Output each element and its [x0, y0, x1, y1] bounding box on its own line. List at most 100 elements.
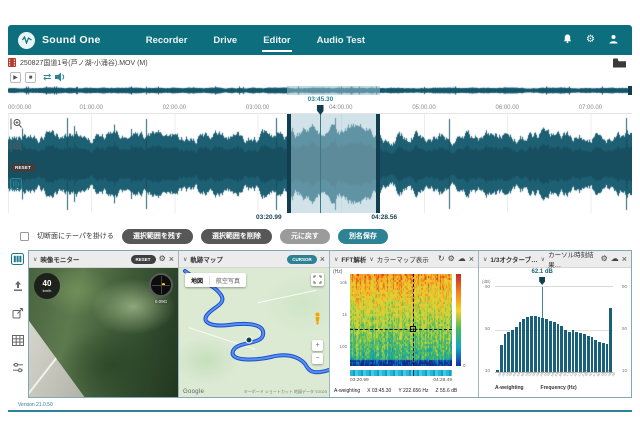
taper-checkbox-label[interactable]: 切断面にテーパを掛ける [37, 231, 114, 241]
speaker-icon[interactable] [55, 69, 67, 87]
octave-ytick-r: 90 [622, 284, 627, 289]
save-as-button[interactable]: 別名保存 [338, 229, 388, 244]
video-viewport: 40 km/h 0.09G [29, 268, 178, 397]
upload-icon[interactable] [12, 279, 24, 297]
nav-item-audio-test[interactable]: Audio Test [316, 25, 366, 56]
fft-panel-title[interactable]: FFT解析 [341, 254, 366, 264]
play-button[interactable]: ▶ [10, 72, 21, 83]
fft-colorbar [456, 274, 461, 366]
nav-item-editor[interactable]: Editor [262, 25, 291, 56]
nav-item-recorder[interactable]: Recorder [145, 25, 189, 56]
fft-gear-icon[interactable]: ⚙ [448, 255, 455, 263]
octave-bar [522, 319, 525, 372]
gear-icon[interactable]: ⚙ [586, 35, 595, 45]
brand-name: Sound One [42, 34, 101, 46]
top-icons: ⚙ [563, 31, 618, 49]
overview-handle[interactable] [628, 86, 632, 95]
delete-selection-button[interactable]: 選択範囲を削除 [201, 229, 272, 244]
fft-spectrogram[interactable] [350, 274, 452, 366]
octave-bar [560, 326, 563, 372]
fft-close-icon[interactable]: × [469, 255, 474, 264]
taper-checkbox[interactable] [20, 232, 29, 241]
map-type-satellite-button[interactable]: 航空写真 [209, 276, 246, 285]
octave-bar [594, 340, 597, 372]
app-window: Sound One RecorderDriveEditorAudio Test … [8, 25, 632, 412]
chevron-down-icon[interactable]: ∨ [334, 256, 338, 263]
pegman-icon[interactable] [313, 312, 322, 330]
sound-one-logo [18, 32, 35, 49]
g-meter-icon [149, 273, 173, 297]
zoom-in-icon[interactable] [10, 117, 23, 135]
octave-cursor-flag[interactable] [539, 277, 545, 285]
panel-layout-icon[interactable] [11, 252, 24, 270]
waveform-tools: RESET [10, 117, 36, 195]
overview-selection[interactable] [287, 86, 381, 95]
dock-sidebar [8, 250, 27, 398]
octave-gear-icon[interactable]: ⚙ [601, 255, 608, 263]
time-tick: 06:00.00 [496, 105, 519, 111]
octave-display-mode[interactable]: カーソル時刻結果… [548, 249, 594, 269]
octave-close-icon[interactable]: × [622, 255, 627, 264]
video-monitor-panel: ∨ 映像モニター RESET ⚙ × 40 km/h 0. [29, 251, 178, 397]
octave-ytick: 10 [485, 368, 490, 373]
time-tick: 03:00.00 [246, 105, 269, 111]
chevron-down-icon[interactable]: ∨ [483, 256, 487, 263]
bell-icon[interactable] [563, 31, 572, 49]
cursor-line[interactable] [320, 106, 321, 213]
video-reset-button[interactable]: RESET [131, 255, 156, 264]
fft-cursor-marker[interactable] [410, 326, 416, 332]
selection-start-label: 03:20.99 [256, 214, 282, 221]
octave-xtick: AP [611, 371, 617, 377]
octave-bar [500, 345, 503, 372]
chevron-down-icon[interactable]: ∨ [33, 256, 37, 263]
octave-cursor-row: 62.1 dB [495, 268, 613, 286]
chevron-down-icon[interactable]: ∨ [183, 256, 187, 263]
chevron-down-icon[interactable]: ∨ [369, 256, 373, 263]
keep-selection-button[interactable]: 選択範囲を残す [122, 229, 193, 244]
table-icon[interactable] [12, 333, 24, 351]
undo-button[interactable]: 元に戻す [280, 229, 330, 244]
map-fullscreen-button[interactable] [311, 273, 324, 286]
time-tick: 05:00.00 [412, 105, 435, 111]
cloud-download-icon[interactable]: ☁ [611, 255, 619, 263]
tune-icon[interactable] [12, 360, 24, 378]
channel-view-icon[interactable] [10, 177, 22, 195]
octave-bar [609, 308, 612, 372]
map-zoom-out-button[interactable]: − [312, 353, 323, 364]
video-gear-icon[interactable]: ⚙ [159, 255, 166, 263]
zoom-reset-button[interactable]: RESET [10, 163, 36, 172]
map-attribution[interactable]: キーボード ショートカット 地図データ ©2025 [244, 389, 327, 395]
map-close-icon[interactable]: × [320, 255, 325, 264]
zoom-out-icon[interactable] [10, 140, 23, 158]
user-icon[interactable] [609, 31, 618, 49]
map-type-map-button[interactable]: 地図 [185, 276, 209, 285]
octave-bars [495, 287, 613, 372]
octave-ytick: 90 [485, 284, 490, 289]
fft-display-mode[interactable]: カラーマップ表示 [377, 254, 429, 264]
map-viewport[interactable]: 地図 航空写真 + − Google キーボード ショートカット 地図データ ©… [179, 268, 329, 397]
map-cursor-button[interactable]: CURSOR [287, 255, 317, 264]
refresh-icon[interactable]: ↻ [438, 255, 445, 263]
octave-panel-header: ∨ 1/3オクターブ… ∨ カーソル時刻結果… ⚙ ☁ × [479, 251, 631, 268]
fft-body: (Hz) 10k 1k 100 0 03:20.99 [330, 268, 478, 397]
folder-icon[interactable] [613, 58, 626, 68]
cloud-download-icon[interactable]: ☁ [458, 255, 466, 263]
chevron-down-icon[interactable]: ∨ [541, 256, 545, 263]
page: Sound One RecorderDriveEditorAudio Test … [0, 0, 640, 437]
waveform-area[interactable]: RESET [8, 113, 632, 213]
fft-status-bar: A-weighting X 03:45.30 Y 222.656 Hz Z 55… [334, 388, 476, 394]
video-close-icon[interactable]: × [169, 255, 174, 264]
wave-selection[interactable] [287, 114, 381, 213]
stop-button[interactable]: ■ [25, 72, 36, 83]
loop-icon[interactable]: ⇄ [43, 73, 51, 83]
octave-bar [538, 317, 541, 372]
nav-item-drive[interactable]: Drive [212, 25, 238, 56]
overview-strip[interactable] [8, 86, 632, 95]
speed-unit: km/h [43, 288, 52, 293]
export-icon[interactable] [12, 306, 24, 324]
octave-bar [526, 317, 529, 372]
octave-bar [598, 342, 601, 372]
map-zoom-in-button[interactable]: + [312, 340, 323, 351]
fft-time-start: 03:20.99 [350, 378, 369, 383]
octave-panel-title[interactable]: 1/3オクターブ… [490, 254, 537, 264]
